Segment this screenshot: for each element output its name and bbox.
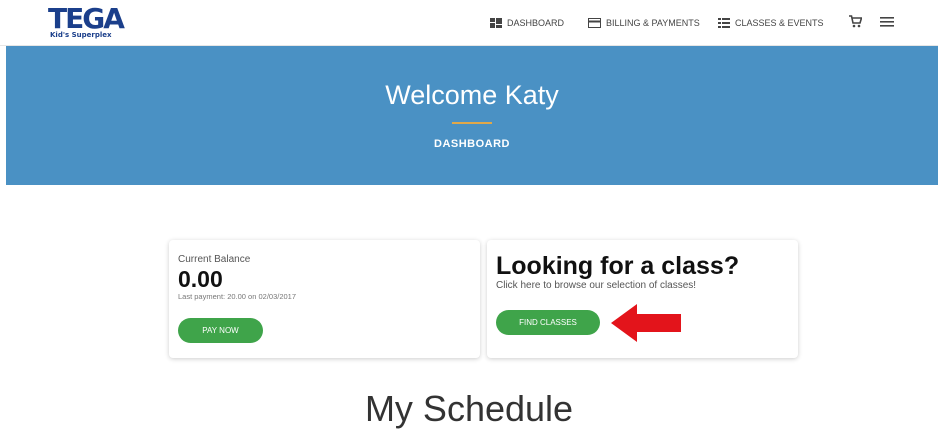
welcome-banner: Welcome Katy DASHBOARD — [6, 46, 938, 185]
find-classes-button[interactable]: FIND CLASSES — [496, 310, 600, 335]
balance-amount: 0.00 — [178, 266, 223, 292]
nav-dashboard-label: DASHBOARD — [507, 18, 565, 28]
hamburger-menu-icon[interactable] — [880, 15, 894, 33]
logo-tagline: Kid's Superplex — [50, 31, 112, 39]
find-class-card: Looking for a class? Click here to brows… — [487, 240, 798, 358]
banner-subtitle: DASHBOARD — [434, 138, 510, 150]
welcome-title: Welcome Katy — [385, 80, 559, 110]
pay-now-button[interactable]: PAY NOW — [178, 318, 263, 343]
cart-icon[interactable] — [849, 15, 863, 33]
balance-label: Current Balance — [178, 254, 251, 265]
logo-wordmark: TEGA — [48, 2, 125, 35]
nav-classes-label: CLASSES & EVENTS — [735, 18, 824, 28]
tega-logo[interactable]: TEGA Kid's Superplex — [48, 4, 125, 42]
red-arrow-icon — [611, 304, 681, 342]
last-payment-text: Last payment: 20.00 on 02/03/2017 — [178, 292, 297, 301]
top-navigation-bar: TEGA Kid's Superplex DASHBOARD BILLING &… — [0, 0, 938, 46]
list-icon — [718, 18, 730, 28]
my-schedule-heading: My Schedule — [364, 388, 574, 429]
dashboard-icon — [490, 18, 502, 28]
nav-classes-events[interactable]: CLASSES & EVENTS — [718, 14, 824, 32]
current-balance-card: Current Balance 0.00 Last payment: 20.00… — [169, 240, 480, 358]
banner-divider — [452, 122, 492, 124]
class-card-subtitle[interactable]: Click here to browse our selection of cl… — [496, 280, 696, 291]
credit-card-icon — [588, 18, 601, 28]
nav-billing-label: BILLING & PAYMENTS — [606, 18, 700, 28]
class-card-title: Looking for a class? — [496, 252, 740, 280]
nav-dashboard[interactable]: DASHBOARD — [490, 14, 564, 32]
nav-billing-payments[interactable]: BILLING & PAYMENTS — [588, 14, 700, 32]
